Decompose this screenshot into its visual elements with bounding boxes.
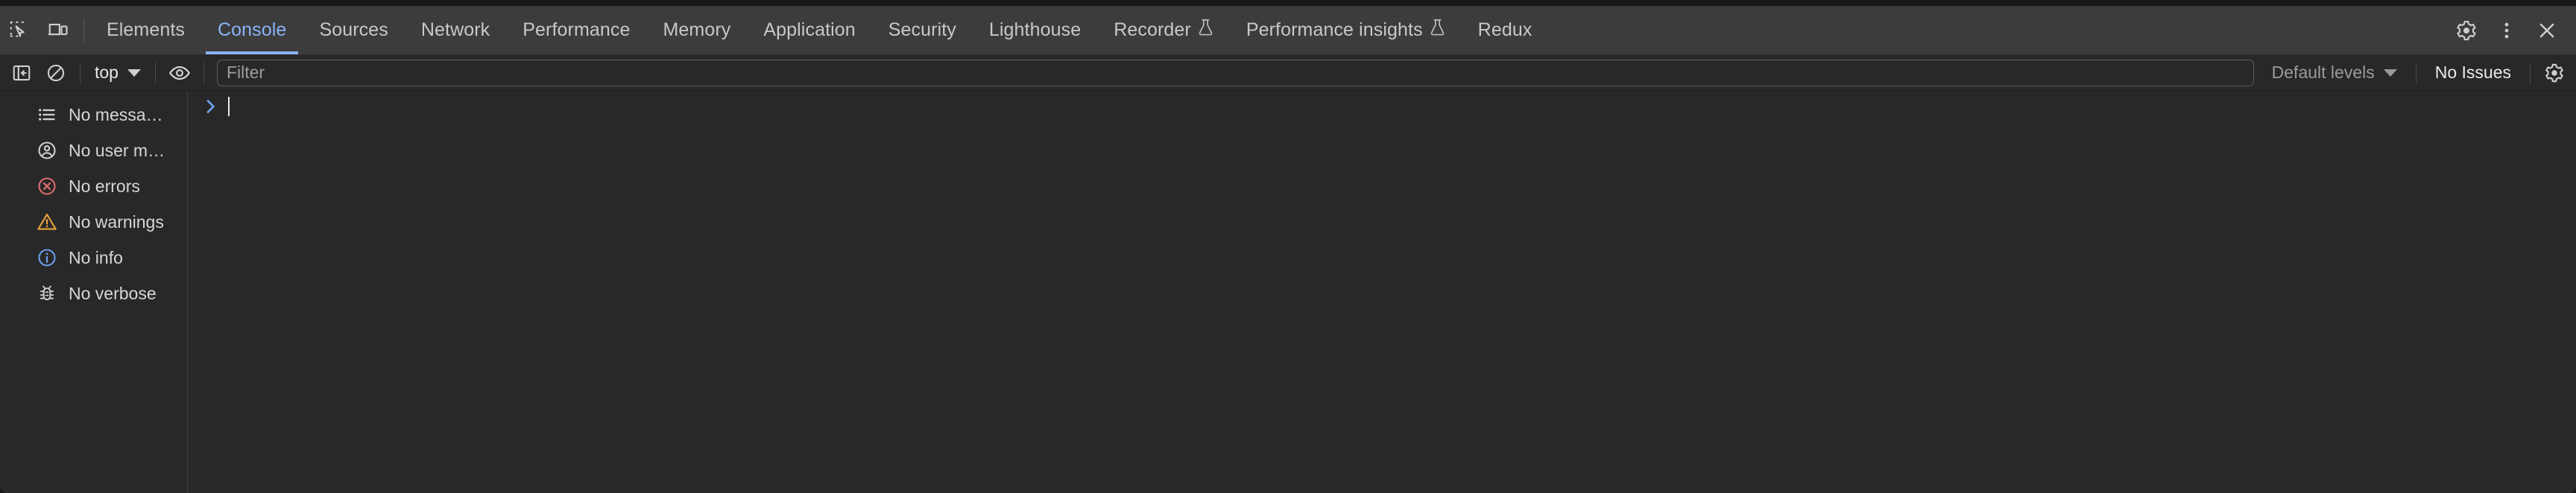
tab-console[interactable]: Console xyxy=(201,6,303,54)
sidebar-item-label: No messa… xyxy=(69,104,163,124)
tab-label: Application xyxy=(763,19,856,40)
tab-label: Performance xyxy=(523,19,631,40)
tab-memory[interactable]: Memory xyxy=(646,6,747,54)
more-options-icon[interactable] xyxy=(2487,6,2527,55)
list-icon xyxy=(36,104,58,126)
javascript-context-selector[interactable]: top xyxy=(87,58,148,88)
panel-tabs: Elements Console Sources Network Perform… xyxy=(90,6,2431,54)
sidebar-item-errors[interactable]: No errors xyxy=(0,168,187,204)
show-console-sidebar-icon[interactable] xyxy=(4,58,39,88)
sidebar-item-info[interactable]: No info xyxy=(0,240,187,276)
tab-label: Redux xyxy=(1477,19,1532,40)
console-toolbar: top Default levels No Issues xyxy=(0,55,2576,91)
tabbar-divider xyxy=(83,18,84,42)
console-prompt-row[interactable] xyxy=(188,91,2576,122)
tabbar-right-controls xyxy=(2431,6,2576,54)
toolbar-divider xyxy=(2530,62,2531,83)
tab-label: Memory xyxy=(663,19,731,40)
console-settings-icon[interactable] xyxy=(2537,58,2572,88)
tab-lighthouse[interactable]: Lighthouse xyxy=(973,6,1097,54)
tab-security[interactable]: Security xyxy=(872,6,973,54)
filter-input[interactable] xyxy=(226,63,2244,83)
tab-performance[interactable]: Performance xyxy=(506,6,646,54)
sidebar-item-label: No info xyxy=(69,247,123,267)
sidebar-item-label: No errors xyxy=(69,176,140,196)
sidebar-item-user-messages[interactable]: No user m… xyxy=(0,133,187,168)
chevron-down-icon xyxy=(127,69,141,77)
console-panel-body: No messa… No user m… No errors No warnin… xyxy=(0,91,2576,493)
experiment-flask-icon xyxy=(1430,19,1445,42)
settings-gear-icon[interactable] xyxy=(2446,6,2487,55)
tab-label: Recorder xyxy=(1114,19,1191,40)
tab-label: Sources xyxy=(319,19,388,40)
inspect-element-icon[interactable] xyxy=(0,6,39,54)
sidebar-item-label: No verbose xyxy=(69,283,157,303)
tab-label: Console xyxy=(218,19,287,40)
info-icon xyxy=(36,246,58,269)
sidebar-item-warnings[interactable]: No warnings xyxy=(0,204,187,240)
tab-application[interactable]: Application xyxy=(747,6,871,54)
devtools-tabbar: Elements Console Sources Network Perform… xyxy=(0,6,2576,55)
issues-counter[interactable]: No Issues xyxy=(2423,63,2523,83)
context-value: top xyxy=(95,63,119,82)
toolbar-divider xyxy=(154,62,156,83)
tab-network[interactable]: Network xyxy=(405,6,506,54)
devtools-window: Elements Console Sources Network Perform… xyxy=(0,0,2576,493)
toolbar-divider xyxy=(203,62,204,83)
sidebar-item-verbose[interactable]: No verbose xyxy=(0,276,187,311)
experiment-flask-icon xyxy=(1198,19,1213,42)
prompt-chevron-icon xyxy=(204,98,218,115)
tab-elements[interactable]: Elements xyxy=(90,6,201,54)
sidebar-item-label: No user m… xyxy=(69,140,165,160)
chevron-down-icon xyxy=(2383,69,2397,77)
user-message-icon xyxy=(36,139,58,162)
sidebar-item-messages[interactable]: No messa… xyxy=(0,97,187,133)
tab-sources[interactable]: Sources xyxy=(303,6,404,54)
tab-redux[interactable]: Redux xyxy=(1462,6,1549,54)
sidebar-item-label: No warnings xyxy=(69,211,164,232)
tab-recorder[interactable]: Recorder xyxy=(1097,6,1230,54)
clear-console-icon[interactable] xyxy=(39,58,73,88)
warning-icon xyxy=(36,211,58,233)
tab-label: Elements xyxy=(107,19,186,40)
console-sidebar: No messa… No user m… No errors No warnin… xyxy=(0,91,188,493)
window-top-strip xyxy=(0,0,2576,6)
log-level-selector[interactable]: Default levels xyxy=(2260,58,2409,88)
filter-input-wrapper[interactable] xyxy=(216,59,2254,86)
log-level-value: Default levels xyxy=(2271,63,2375,82)
eye-icon[interactable] xyxy=(162,58,197,88)
close-icon[interactable] xyxy=(2527,6,2567,55)
device-toolbar-icon[interactable] xyxy=(39,6,78,54)
tab-label: Lighthouse xyxy=(988,19,1082,40)
tab-label: Performance insights xyxy=(1246,19,1423,40)
tab-label: Network xyxy=(420,19,490,40)
console-message-area[interactable] xyxy=(188,91,2576,493)
error-icon xyxy=(36,175,58,197)
text-cursor xyxy=(228,97,230,116)
tab-performance-insights[interactable]: Performance insights xyxy=(1230,6,1462,54)
bug-icon xyxy=(36,282,58,305)
tab-label: Security xyxy=(888,19,956,40)
